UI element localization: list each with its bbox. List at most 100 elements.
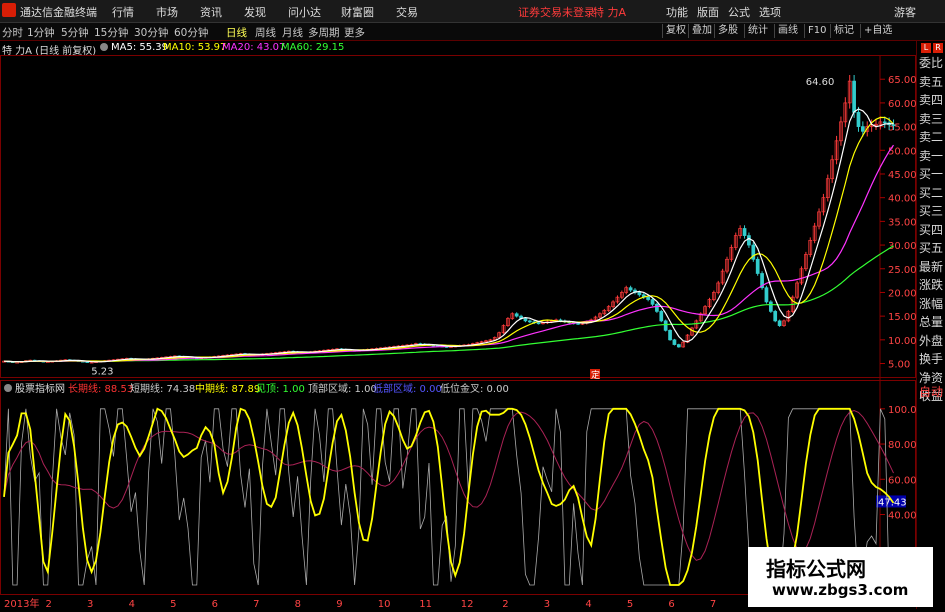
candle-body	[659, 311, 664, 322]
menu-wealth-circle[interactable]: 财富圈	[341, 4, 374, 20]
side-item-8[interactable]: 买三	[919, 203, 945, 220]
menu-discover[interactable]: 发现	[244, 4, 266, 20]
chart-area[interactable]: 65.00 60.00 55.00 50.00 45.00 40.00 35.00 30.00…	[0, 55, 917, 610]
multi-stock-button[interactable]: 多股	[714, 24, 741, 38]
app-title: 通达信金融终端	[20, 6, 97, 19]
date-tick-label: 5	[170, 599, 176, 609]
indicator-legend-item: 短期线: 74.38	[130, 382, 195, 395]
menu-market[interactable]: 市场	[156, 4, 178, 20]
candle-body	[655, 303, 659, 312]
candle-body	[777, 320, 782, 326]
date-tick-label: 9	[336, 599, 342, 609]
chart-info-line: 特 力A (日线 前复权) MA5: 55.39 MA10: 53.97 MA2…	[0, 41, 915, 57]
side-item-11[interactable]: 最新	[919, 259, 945, 276]
indicator-settings-icon[interactable]	[4, 384, 12, 392]
period-5min[interactable]: 5分钟	[61, 25, 89, 40]
candle-body	[637, 292, 642, 296]
side-item-3[interactable]: 卖三	[919, 111, 945, 128]
menu-quotes[interactable]: 行情	[112, 4, 134, 20]
menu-ask[interactable]: 问小达	[288, 4, 321, 20]
side-item-0[interactable]: 委比	[919, 55, 945, 72]
watermark: 指标公式网 www.zbgs3.com	[748, 547, 933, 607]
period-60min[interactable]: 60分钟	[174, 25, 208, 40]
date-tick-label: 6	[668, 599, 674, 609]
overlay-button[interactable]: 叠加	[688, 24, 715, 38]
date-tick-label: 8	[295, 599, 301, 609]
low-price-label: 5.23	[91, 366, 113, 377]
side-item-13[interactable]: 涨幅	[919, 296, 945, 313]
guest-label[interactable]: 游客	[894, 4, 916, 20]
price-tick-label: 40.00	[888, 194, 916, 205]
menu-formula[interactable]: 公式	[728, 4, 750, 20]
statistics-button[interactable]: 统计	[744, 24, 771, 38]
period-intraday[interactable]: 分时	[2, 25, 23, 40]
candle-body	[527, 320, 532, 323]
l-tab[interactable]: L	[921, 43, 931, 53]
mark-button[interactable]: 标记	[830, 24, 857, 38]
candle-body	[646, 296, 650, 300]
menu-function[interactable]: 功能	[666, 4, 688, 20]
date-tick-label: 3	[87, 599, 93, 609]
side-item-2[interactable]: 卖四	[919, 92, 945, 109]
period-daily[interactable]: 日线	[226, 25, 247, 40]
side-item-10[interactable]: 买五	[919, 240, 945, 257]
date-tick-label: 4	[129, 599, 135, 609]
date-tick-label: 7	[253, 599, 259, 609]
period-weekly[interactable]: 周线	[255, 25, 276, 40]
price-tick-label: 60.00	[888, 99, 916, 110]
side-item-9[interactable]: 买四	[919, 222, 945, 239]
price-tick-label: 35.00	[888, 217, 916, 228]
indicator-tick-label: 40.00	[888, 511, 916, 522]
date-tick-label: 12	[461, 599, 474, 609]
side-item-7[interactable]: 买二	[919, 185, 945, 202]
ma10-line	[3, 116, 894, 363]
side-item-16[interactable]: 换手	[919, 351, 945, 368]
side-item-5[interactable]: 卖一	[919, 148, 945, 165]
candle-body	[742, 228, 747, 236]
marker-badge-label: 定	[591, 369, 600, 381]
r-tab[interactable]: R	[933, 43, 943, 53]
menu-news[interactable]: 资讯	[200, 4, 222, 20]
add-watchlist-button[interactable]: +自选	[860, 24, 895, 38]
draw-button[interactable]: 画线	[774, 24, 801, 38]
app-logo-icon	[2, 3, 16, 17]
menu-layout[interactable]: 版面	[697, 4, 719, 20]
side-item-1[interactable]: 卖五	[919, 74, 945, 91]
ma60-line	[3, 245, 894, 363]
candle-body	[764, 287, 769, 303]
price-tick-label: 5.00	[888, 360, 910, 371]
period-15min[interactable]: 15分钟	[94, 25, 128, 40]
side-item-14[interactable]: 总量	[919, 314, 945, 331]
side-item-6[interactable]: 买一	[919, 166, 945, 183]
side-item-4[interactable]: 卖二	[919, 129, 945, 146]
login-status[interactable]: 证券交易未登录	[518, 4, 595, 20]
indicator-tick-label: 80.00	[888, 440, 916, 451]
period-monthly[interactable]: 月线	[282, 25, 303, 40]
side-item-15[interactable]: 外盘	[919, 333, 945, 350]
side-item-12[interactable]: 涨跌	[919, 277, 945, 294]
menu-trade[interactable]: 交易	[396, 4, 418, 20]
stock-name-title: 特 力A	[593, 6, 627, 19]
indicator-legend-item: 低位金叉: 0.00	[440, 382, 509, 395]
date-tick-label: 11	[419, 599, 432, 609]
candle-body	[773, 311, 778, 322]
candle-body	[628, 287, 633, 291]
price-tick-label: 10.00	[888, 336, 916, 347]
candle-body	[663, 320, 668, 331]
candle-body	[523, 318, 528, 322]
period-multi[interactable]: 多周期	[308, 25, 340, 40]
settings-dot-icon[interactable]	[100, 43, 108, 51]
candle-body	[650, 299, 655, 305]
period-more[interactable]: 更多	[344, 25, 365, 40]
adjust-button[interactable]: 复权	[662, 24, 689, 38]
side-item-19[interactable]: 自动	[919, 384, 945, 401]
menu-options[interactable]: 选项	[759, 4, 781, 20]
candle-body	[668, 330, 672, 341]
candle-body	[514, 313, 519, 317]
date-tick-label: 2	[502, 599, 508, 609]
candle-body	[536, 322, 541, 325]
period-30min[interactable]: 30分钟	[134, 25, 168, 40]
period-1min[interactable]: 1分钟	[27, 25, 55, 40]
current-value-label: 47.43	[878, 497, 907, 508]
f10-button[interactable]: F10	[804, 24, 829, 38]
